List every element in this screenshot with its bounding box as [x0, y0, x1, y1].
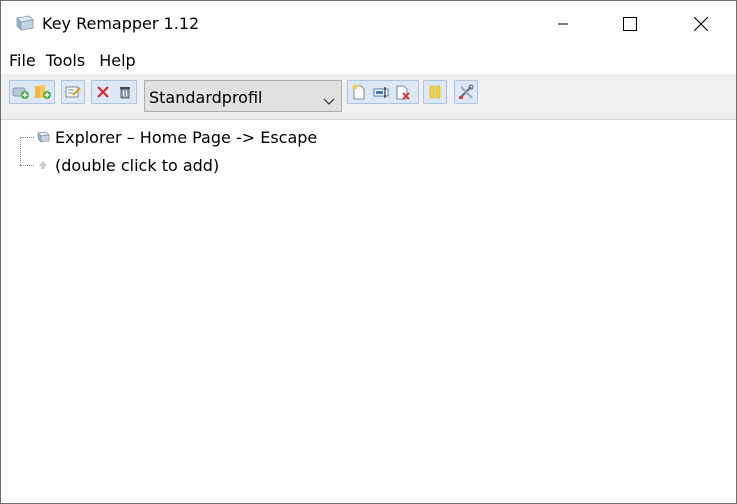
- maximize-button[interactable]: [607, 1, 653, 47]
- close-icon: [694, 17, 708, 31]
- rename-profile-button[interactable]: [372, 83, 390, 101]
- minimize-button[interactable]: [540, 1, 586, 47]
- tree-item-mapping[interactable]: Explorer – Home Page -> Escape: [35, 126, 317, 148]
- arrow-up-icon: [35, 158, 51, 172]
- app-window: Key Remapper 1.12 File Tools Help Standa…: [0, 0, 737, 504]
- maximize-icon: [623, 17, 637, 31]
- delete-profile-button[interactable]: [394, 83, 412, 101]
- toolbar-group-profile: [347, 80, 419, 104]
- add-key-button[interactable]: [12, 83, 30, 101]
- tree-item-label: (double click to add): [55, 155, 220, 175]
- toolbar-group-add: [9, 80, 55, 104]
- close-button[interactable]: [678, 1, 724, 47]
- toolbar-group-settings: [454, 80, 478, 104]
- tools-icon: [459, 84, 474, 99]
- menu-bar: File Tools Help: [1, 49, 136, 73]
- edit-icon: [65, 86, 81, 98]
- trash-button[interactable]: [116, 83, 134, 101]
- trash-icon: [120, 87, 130, 99]
- settings-button[interactable]: [457, 83, 475, 101]
- new-profile-button[interactable]: [350, 83, 368, 101]
- menu-tools[interactable]: Tools: [46, 49, 85, 73]
- tree-connector: [20, 137, 21, 165]
- minimize-icon: [558, 23, 568, 25]
- tree-item-add[interactable]: (double click to add): [35, 154, 219, 176]
- add-folder-button[interactable]: [34, 83, 52, 101]
- tree-item-label: Explorer – Home Page -> Escape: [55, 127, 318, 147]
- menu-file[interactable]: File: [9, 49, 36, 73]
- profile-dropdown[interactable]: Standardprofil: [144, 80, 342, 112]
- menu-help[interactable]: Help: [99, 49, 135, 73]
- toolbar-group-pause: [423, 80, 447, 104]
- rename-icon: [373, 87, 389, 98]
- toolbar-group-edit: [61, 80, 85, 104]
- toolbar-group-delete: [91, 80, 137, 104]
- chevron-down-icon: [323, 91, 335, 110]
- profile-value: Standardprofil: [149, 88, 263, 107]
- toolbar: Standardprofil: [1, 74, 736, 120]
- tree-connector: [20, 165, 34, 166]
- pause-button[interactable]: [426, 83, 444, 101]
- title-bar: Key Remapper 1.12: [1, 1, 736, 47]
- add-key-icon: [12, 87, 29, 99]
- new-document-icon: [352, 84, 365, 100]
- delete-document-icon: [396, 85, 410, 100]
- window-title: Key Remapper 1.12: [42, 14, 200, 33]
- tree-connector: [20, 137, 34, 138]
- pause-icon: [429, 85, 441, 99]
- delete-icon: [97, 86, 109, 98]
- edit-button[interactable]: [64, 83, 82, 101]
- add-folder-icon: [35, 85, 51, 99]
- keyboard-key-icon: [14, 15, 34, 31]
- mapping-tree[interactable]: Explorer – Home Page -> Escape (double c…: [1, 120, 736, 503]
- keyboard-key-icon: [35, 130, 51, 144]
- delete-button[interactable]: [94, 83, 112, 101]
